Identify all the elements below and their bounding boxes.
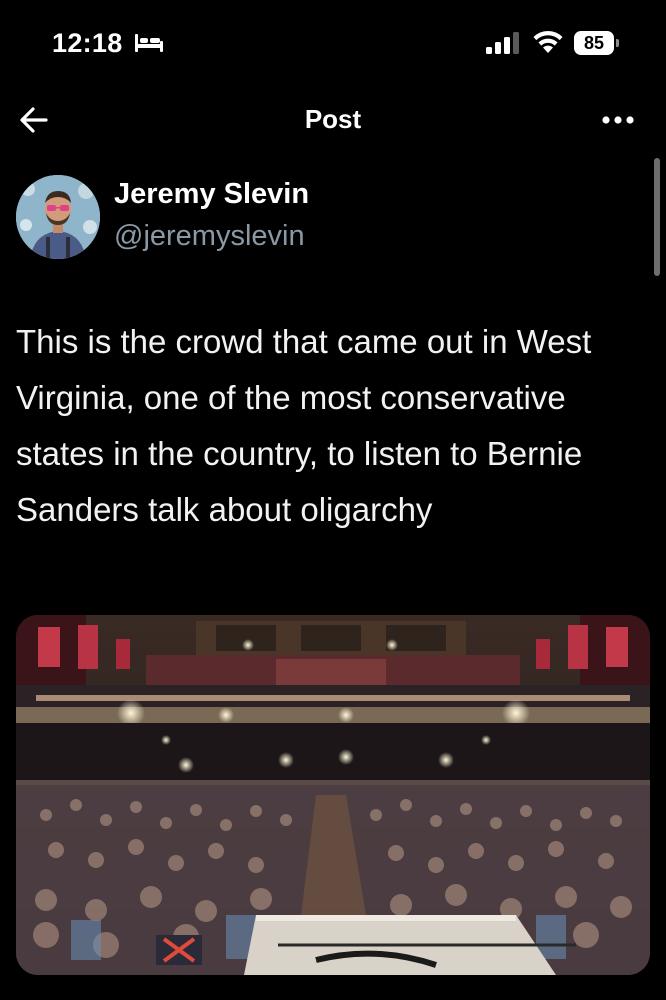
battery-indicator: 85 [574, 31, 619, 55]
battery-cap [616, 39, 619, 47]
sleep-mode-bed-icon [135, 34, 163, 52]
scroll-indicator[interactable] [654, 158, 660, 276]
more-horizontal-icon [602, 116, 634, 124]
wifi-icon [533, 30, 563, 53]
author-name[interactable]: Jeremy Slevin [114, 178, 309, 211]
author-handle[interactable]: @jeremyslevin [114, 220, 305, 253]
post-text: This is the crowd that came out in West … [16, 323, 592, 528]
post-author: Jeremy Slevin @jeremyslevin [16, 175, 636, 265]
post-image[interactable] [16, 615, 650, 975]
navigation-bar: Post [0, 90, 666, 150]
theater-crowd-photo [16, 615, 650, 975]
avatar[interactable] [16, 175, 100, 259]
cellular-signal-icon [486, 32, 519, 54]
status-bar: 12:18 85 [0, 0, 666, 90]
battery-level: 85 [574, 31, 614, 55]
more-options-button[interactable] [592, 102, 644, 138]
page-title: Post [304, 104, 362, 134]
status-time: 12:18 [52, 28, 123, 58]
avatar-image [16, 175, 100, 259]
